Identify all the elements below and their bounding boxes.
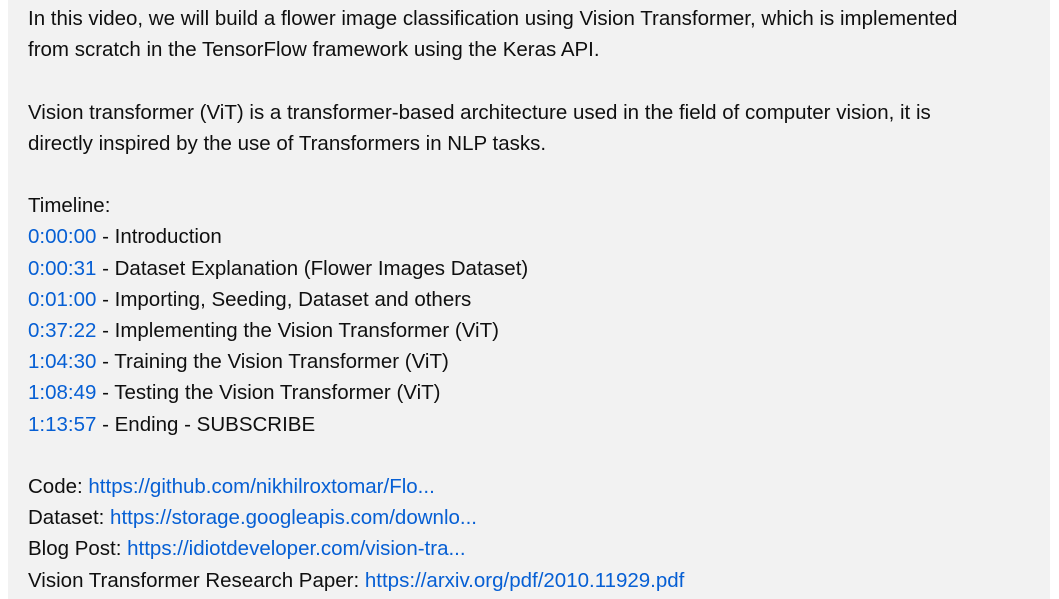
research-paper-link-row: Vision Transformer Research Paper: https… — [28, 565, 1043, 596]
timeline-label: - Testing the Vision Transformer (ViT) — [96, 381, 441, 405]
timeline-item: 1:04:30 - Training the Vision Transforme… — [28, 346, 1043, 377]
timeline-item: 0:00:31 - Dataset Explanation (Flower Im… — [28, 253, 1043, 284]
timeline-label: - Importing, Seeding, Dataset and others — [96, 287, 472, 311]
code-link[interactable]: https://github.com/nikhilroxtomar/Flo... — [88, 475, 434, 498]
timeline-item: 1:13:57 - Ending - SUBSCRIBE — [28, 409, 1043, 440]
timeline-item: 1:08:49 - Testing the Vision Transformer… — [28, 377, 1043, 408]
blog-post-link[interactable]: https://idiotdeveloper.com/vision-tra... — [127, 537, 465, 560]
timestamp-link[interactable]: 1:04:30 — [28, 350, 96, 373]
timeline-item: 0:37:22 - Implementing the Vision Transf… — [28, 315, 1043, 346]
timeline-label: - Training the Vision Transformer (ViT) — [96, 350, 449, 374]
blog-post-link-row: Blog Post: https://idiotdeveloper.com/vi… — [28, 533, 1043, 564]
timeline-label: - Introduction — [96, 225, 222, 249]
vit-line-1: Vision transformer (ViT) is a transforme… — [28, 100, 931, 124]
dataset-link-row: Dataset: https://storage.googleapis.com/… — [28, 502, 1043, 533]
timestamp-link[interactable]: 0:00:31 — [28, 257, 96, 280]
intro-line-1: In this video, we will build a flower im… — [28, 7, 958, 30]
timeline-label: - Dataset Explanation (Flower Images Dat… — [96, 256, 529, 280]
timestamp-link[interactable]: 1:13:57 — [28, 413, 96, 436]
vit-line-2: directly inspired by the use of Transfor… — [28, 131, 547, 155]
video-description-panel: In this video, we will build a flower im… — [8, 0, 1050, 599]
dataset-link[interactable]: https://storage.googleapis.com/downlo... — [110, 506, 477, 529]
timeline-label: - Implementing the Vision Transformer (V… — [96, 319, 499, 342]
dataset-link-label: Dataset: — [28, 506, 111, 530]
description-text: In this video, we will build a flower im… — [28, 3, 1043, 596]
timeline-label: - Ending - SUBSCRIBE — [96, 412, 316, 436]
code-link-label: Code: — [28, 475, 89, 498]
timeline-item: 0:01:00 - Importing, Seeding, Dataset an… — [28, 284, 1043, 315]
research-paper-link[interactable]: https://arxiv.org/pdf/2010.11929.pdf — [365, 569, 684, 592]
timestamp-link[interactable]: 0:00:00 — [28, 225, 96, 248]
timestamp-link[interactable]: 0:01:00 — [28, 288, 96, 311]
code-link-row: Code: https://github.com/nikhilroxtomar/… — [28, 471, 1043, 502]
timeline-item: 0:00:00 - Introduction — [28, 221, 1043, 252]
timestamp-link[interactable]: 0:37:22 — [28, 319, 96, 342]
blog-post-link-label: Blog Post: — [28, 537, 128, 561]
research-paper-link-label: Vision Transformer Research Paper: — [28, 568, 365, 592]
intro-line-2: from scratch in the TensorFlow framework… — [28, 38, 600, 62]
timestamp-link[interactable]: 1:08:49 — [28, 381, 96, 404]
timeline-heading: Timeline: — [28, 194, 111, 218]
